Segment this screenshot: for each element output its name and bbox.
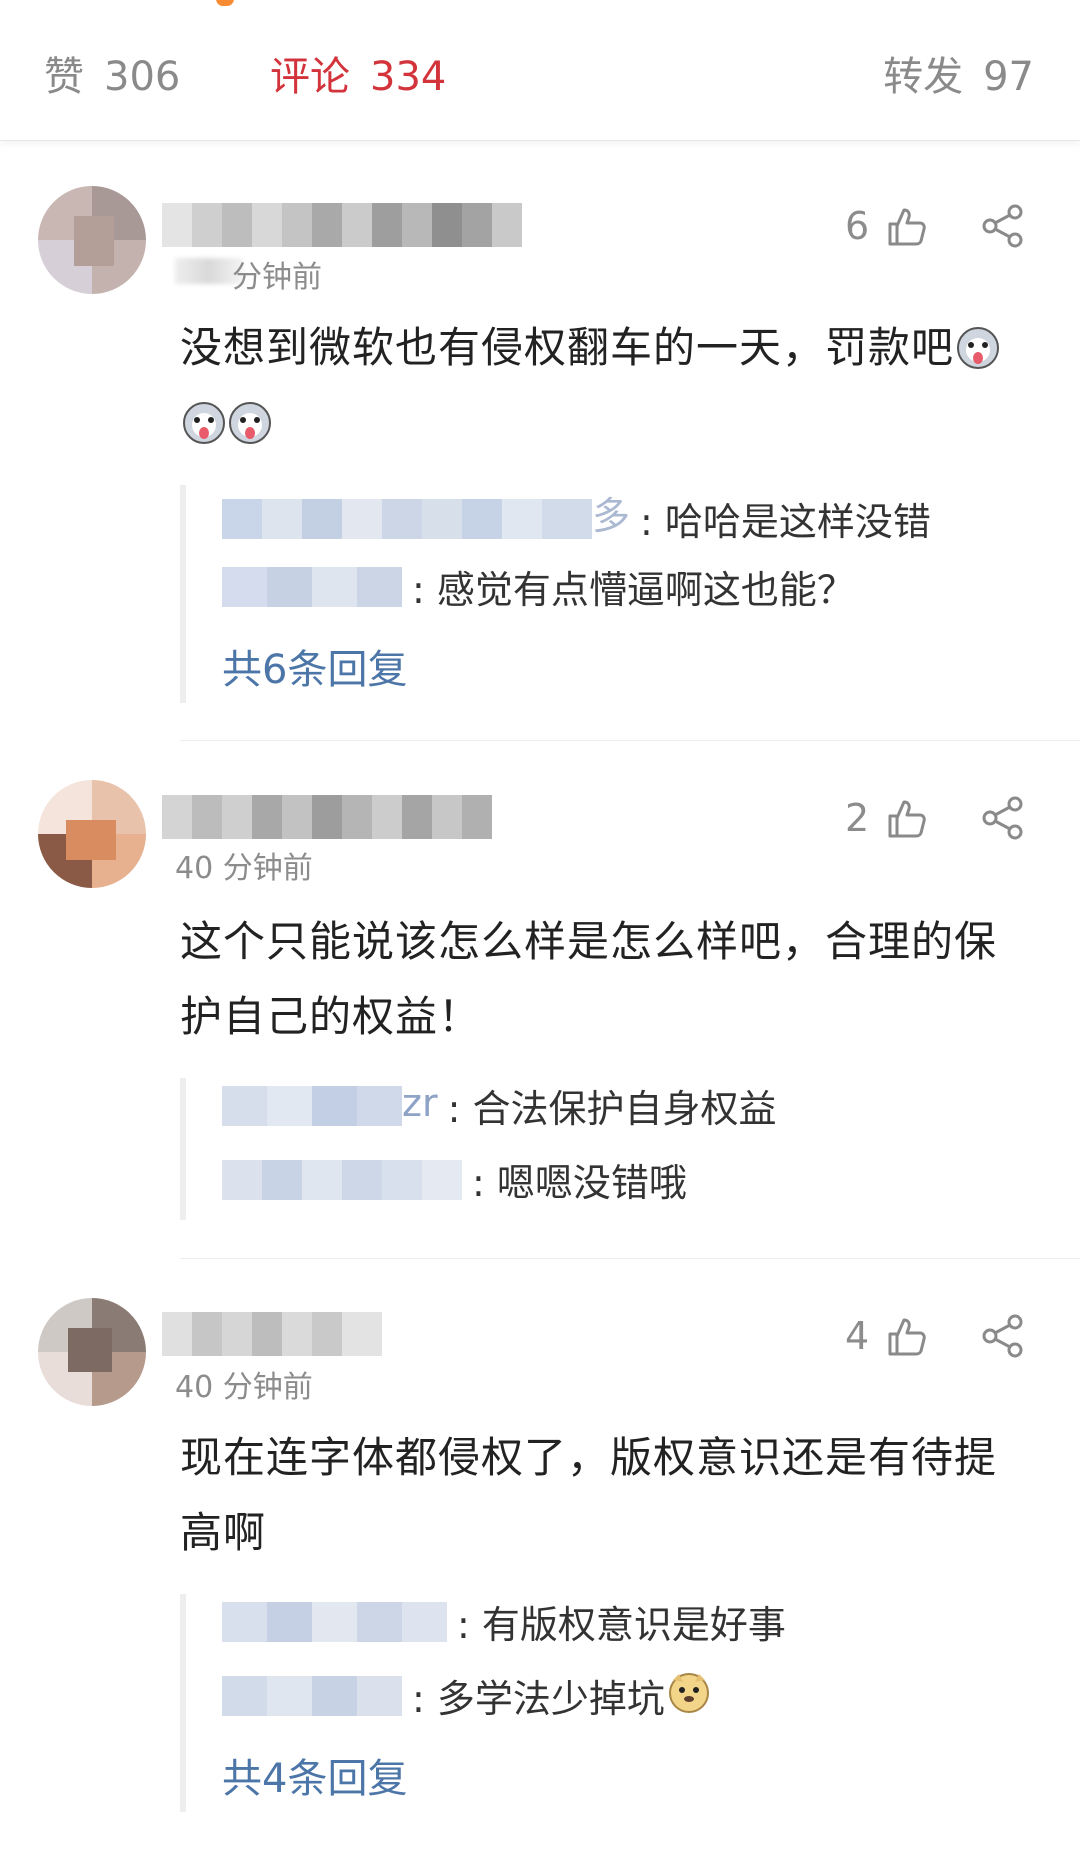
doge-emoji-icon: [668, 1673, 709, 1713]
reply-username-blurred[interactable]: [222, 1601, 447, 1642]
reply-text: : 哈哈是这样没错: [640, 500, 931, 544]
reply-text: : 合法保护自身权益: [447, 1087, 777, 1131]
reply-item[interactable]: : 多学法少掉坑: [222, 1668, 711, 1738]
reply-item[interactable]: zr: 合法保护自身权益: [222, 1078, 776, 1148]
share-icon[interactable]: [980, 1313, 1026, 1359]
reply-text: : 有版权意识是好事: [457, 1603, 786, 1647]
like-count: 2: [845, 796, 870, 840]
divider: [180, 1258, 1080, 1259]
avatar[interactable]: [38, 1298, 146, 1406]
husky-emoji-icon: [957, 327, 1000, 369]
reply-name-tail: 多: [592, 494, 631, 538]
reply-name-tail: zr: [402, 1081, 438, 1125]
like-count: 4: [845, 1314, 870, 1358]
reply-username-blurred[interactable]: [222, 566, 402, 607]
reply-list: : 有版权意识是好事 : 多学法少掉坑 共4条回复: [180, 1594, 1016, 1812]
divider: [180, 740, 1080, 741]
comment-text: 没想到微软也有侵权翻车的一天，罚款吧: [180, 310, 1010, 460]
reply-username-blurred[interactable]: [222, 1675, 402, 1716]
share-icon[interactable]: [980, 203, 1026, 249]
reply-item[interactable]: : 感觉有点懵逼啊这也能？: [222, 559, 855, 629]
reply-list: 多: 哈哈是这样没错 : 感觉有点懵逼啊这也能？ 共6条回复: [180, 485, 1016, 703]
reply-item[interactable]: 多: 哈哈是这样没错: [222, 485, 931, 555]
share-icon[interactable]: [980, 795, 1026, 841]
comment-text: 这个只能说该怎么样是怎么样吧，合理的保护自己的权益！: [180, 904, 1010, 1054]
reply-text: : 感觉有点懵逼啊这也能？: [412, 568, 855, 612]
reply-username-blurred[interactable]: [222, 1085, 402, 1126]
reply-text: : 多学法少掉坑: [412, 1677, 665, 1721]
comment-text-content: 现在连字体都侵权了，版权意识还是有待提高啊: [180, 1433, 998, 1557]
comment-tab-bar: 赞 306 评论 334 转发 97: [0, 0, 1080, 141]
reply-list: zr: 合法保护自身权益 : 嗯嗯没错哦: [180, 1078, 1016, 1220]
tab-likes-label: 赞: [44, 54, 84, 100]
avatar[interactable]: [38, 780, 146, 888]
comment-time: 40 分钟前: [175, 851, 313, 886]
tab-comments-count: 334: [370, 54, 447, 100]
thumb-up-icon[interactable]: [886, 1316, 928, 1358]
like-count: 6: [845, 204, 870, 248]
reply-item[interactable]: : 有版权意识是好事: [222, 1594, 786, 1664]
username-blurred[interactable]: [162, 203, 522, 247]
husky-emoji-icon: [229, 402, 271, 444]
thumb-up-icon[interactable]: [886, 206, 928, 248]
tab-reposts-count: 97: [983, 54, 1034, 100]
reply-item[interactable]: : 嗯嗯没错哦: [222, 1152, 687, 1222]
comment-text: 现在连字体都侵权了，版权意识还是有待提高啊: [180, 1420, 1010, 1570]
reply-text: : 嗯嗯没错哦: [472, 1161, 687, 1205]
view-all-replies-link[interactable]: 共6条回复: [222, 637, 407, 695]
reply-username-blurred[interactable]: [222, 1159, 462, 1200]
tab-comments-label: 评论: [270, 54, 350, 100]
indicator-dot: [216, 0, 234, 6]
comment-text-content: 没想到微软也有侵权翻车的一天，罚款吧: [180, 323, 955, 372]
tab-reposts-label: 转发: [883, 54, 964, 100]
comment-time: 分钟前: [232, 260, 322, 295]
thumb-up-icon[interactable]: [886, 798, 928, 840]
tab-likes[interactable]: 赞 306: [44, 44, 180, 102]
tab-likes-count: 306: [104, 54, 181, 100]
reply-username-blurred[interactable]: [222, 498, 592, 539]
username-blurred[interactable]: [162, 1312, 382, 1356]
husky-emoji-icon: [183, 402, 225, 444]
comment-text-content: 这个只能说该怎么样是怎么样吧，合理的保护自己的权益！: [180, 917, 998, 1041]
comment-time: 40 分钟前: [175, 1370, 313, 1405]
tab-reposts[interactable]: 转发 97: [883, 44, 1034, 102]
avatar[interactable]: [38, 186, 146, 294]
username-blurred[interactable]: [162, 795, 492, 839]
view-all-replies-link[interactable]: 共4条回复: [222, 1746, 407, 1804]
